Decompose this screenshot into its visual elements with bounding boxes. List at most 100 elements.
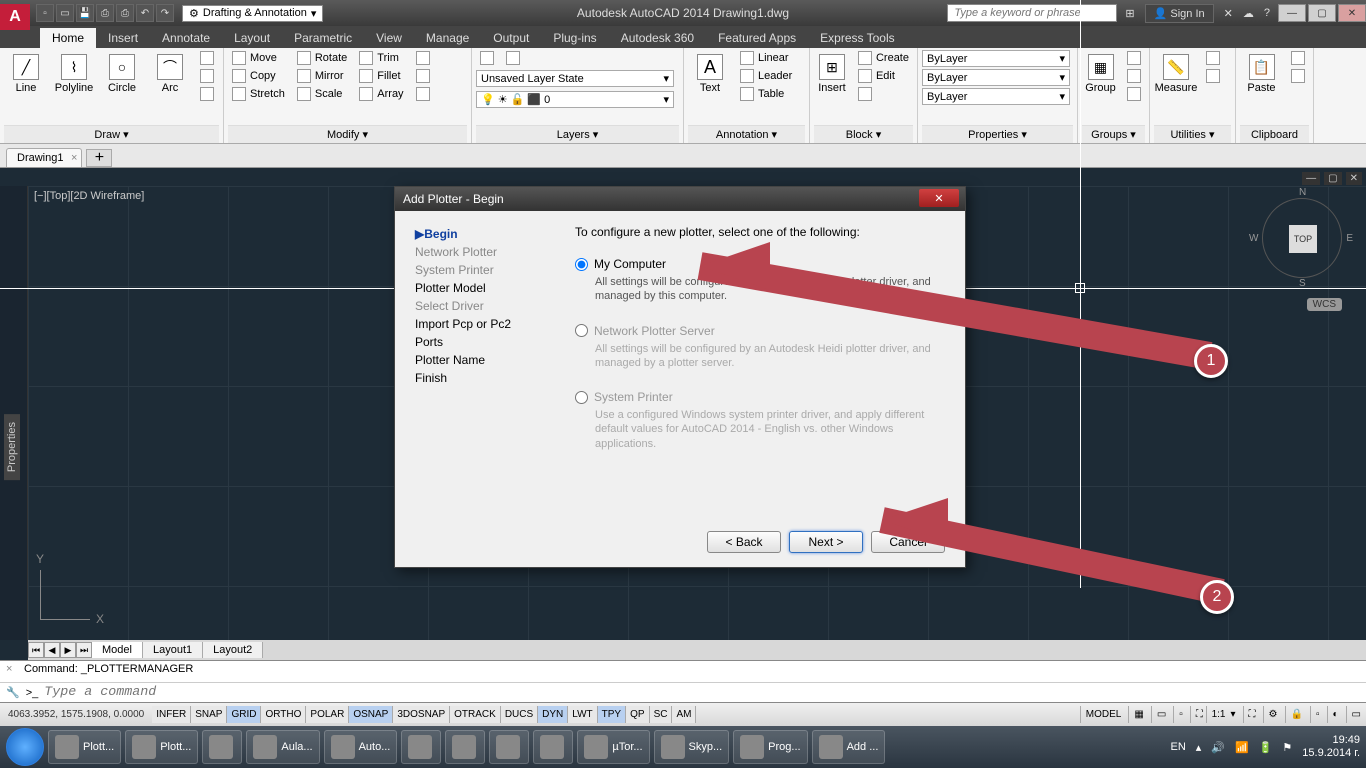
back-button[interactable]: < Back [707, 531, 781, 553]
paste-button[interactable]: 📋Paste [1240, 50, 1283, 98]
taskbar-item[interactable]: Skyp... [654, 730, 730, 764]
toggle-ducs[interactable]: DUCS [501, 706, 538, 723]
tab-insert[interactable]: Insert [96, 28, 150, 48]
minimize-button[interactable]: — [1278, 4, 1306, 22]
command-input[interactable] [44, 685, 1360, 700]
mirror-button[interactable]: Mirror [293, 68, 351, 84]
vp-restore-icon[interactable]: ▢ [1324, 172, 1341, 185]
circle-button[interactable]: ○Circle [100, 50, 144, 98]
vp-minimize-icon[interactable]: — [1302, 172, 1320, 185]
close-button[interactable]: ✕ [1338, 4, 1366, 22]
layout-last-icon[interactable]: ⏭ [76, 642, 92, 658]
panel-utilities-title[interactable]: Utilities ▾ [1154, 125, 1231, 143]
qat-plot-icon[interactable]: ⎙ [116, 4, 134, 22]
tab-drawing1[interactable]: Drawing1× [6, 148, 82, 167]
explode-button[interactable] [412, 68, 434, 84]
ellipse-button[interactable] [196, 68, 218, 84]
dialog-close-button[interactable]: ✕ [919, 189, 959, 207]
toggle-polar[interactable]: POLAR [306, 706, 349, 723]
coordinates[interactable]: 4063.3952, 1575.1908, 0.0000 [0, 709, 152, 720]
panel-layers-title[interactable]: Layers ▾ [476, 125, 679, 143]
workspace-icon[interactable]: ⚙ [1263, 706, 1283, 723]
radio-network-server[interactable] [575, 324, 588, 337]
qat-redo-icon[interactable]: ↷ [156, 4, 174, 22]
stay-connected-icon[interactable]: ☁ [1243, 7, 1254, 20]
toggle-osnap[interactable]: OSNAP [349, 706, 393, 723]
toggle-qp[interactable]: QP [626, 706, 649, 723]
panel-block-title[interactable]: Block ▾ [814, 125, 913, 143]
language-indicator[interactable]: EN [1170, 741, 1185, 753]
vp-close-icon[interactable]: ✕ [1346, 172, 1362, 185]
taskbar-item[interactable]: Plott... [48, 730, 121, 764]
app-logo[interactable]: A [0, 4, 30, 30]
taskbar-item[interactable] [401, 730, 441, 764]
table-button[interactable]: Table [736, 86, 796, 102]
radio-system-printer[interactable] [575, 391, 588, 404]
block-attr-button[interactable] [854, 86, 913, 102]
clean-screen-icon[interactable]: ▭ [1346, 706, 1366, 723]
layer-combo[interactable]: 💡 ☀ 🔓 ⬛ 0▾ [476, 91, 674, 108]
system-clock[interactable]: 19:4915.9.2014 г. [1302, 734, 1360, 760]
scale-button[interactable]: Scale [293, 86, 351, 102]
rect-button[interactable] [196, 50, 218, 66]
tab-express[interactable]: Express Tools [808, 28, 906, 48]
taskbar-item[interactable]: Auto... [324, 730, 398, 764]
tab-home[interactable]: Home [40, 28, 96, 48]
panel-draw-title[interactable]: Draw ▾ [4, 125, 219, 143]
grid-display-icon[interactable]: ▦ [1128, 706, 1148, 723]
viewcube-top[interactable]: TOP [1289, 225, 1317, 253]
layout-prev-icon[interactable]: ◀ [44, 642, 60, 658]
array-button[interactable]: Array [355, 86, 407, 102]
toggle-ortho[interactable]: ORTHO [261, 706, 306, 723]
wcs-indicator[interactable]: WCS [1307, 298, 1342, 311]
create-block-button[interactable]: Create [854, 50, 913, 66]
cancel-button[interactable]: Cancel [871, 531, 945, 553]
move-button[interactable]: Move [228, 50, 289, 66]
toggle-lwt[interactable]: LWT [568, 706, 597, 723]
tab-parametric[interactable]: Parametric [282, 28, 364, 48]
taskbar-item[interactable] [489, 730, 529, 764]
stretch-button[interactable]: Stretch [228, 86, 289, 102]
edit-block-button[interactable]: Edit [854, 68, 913, 84]
tab-a360[interactable]: Autodesk 360 [609, 28, 706, 48]
option-system-printer[interactable]: System Printer [575, 390, 945, 404]
status-icon[interactable]: ▭ [1151, 706, 1171, 723]
panel-properties-title[interactable]: Properties ▾ [922, 125, 1073, 143]
volume-icon[interactable]: 🔊 [1211, 741, 1225, 754]
isolate-icon[interactable]: ◐ [1327, 706, 1344, 723]
toggle-snap[interactable]: SNAP [191, 706, 227, 723]
network-icon[interactable]: 📶 [1235, 741, 1249, 754]
panel-groups-title[interactable]: Groups ▾ [1082, 125, 1145, 143]
layout-model-tab[interactable]: Model [92, 642, 143, 658]
properties-palette-tab[interactable]: Properties [4, 414, 20, 480]
model-space-toggle[interactable]: MODEL [1080, 706, 1127, 723]
new-tab-button[interactable]: + [86, 149, 112, 167]
layout-2-tab[interactable]: Layout2 [203, 642, 263, 658]
option-network-server[interactable]: Network Plotter Server [575, 324, 945, 338]
status-icon[interactable]: ▫ [1173, 706, 1188, 723]
trim-button[interactable]: Trim [355, 50, 407, 66]
copy-button[interactable]: Copy [228, 68, 289, 84]
toggle-grid[interactable]: GRID [227, 706, 261, 723]
linetype-combo[interactable]: ByLayer▾ [922, 69, 1070, 86]
arc-button[interactable]: ⌒Arc [148, 50, 192, 98]
measure-button[interactable]: 📏Measure [1154, 50, 1198, 98]
taskbar-item[interactable]: Aula... [246, 730, 319, 764]
tab-output[interactable]: Output [481, 28, 541, 48]
toggle-otrack[interactable]: OTRACK [450, 706, 501, 723]
tab-close-icon[interactable]: × [71, 152, 77, 164]
sign-in-button[interactable]: 👤 Sign In [1145, 4, 1214, 23]
text-button[interactable]: AText [688, 50, 732, 98]
layout-first-icon[interactable]: ⏮ [28, 642, 44, 658]
workspace-switcher[interactable]: ⚙ Drafting & Annotation ▾ [182, 5, 323, 22]
help-icon[interactable]: ? [1264, 7, 1270, 19]
lineweight-combo[interactable]: ByLayer▾ [922, 88, 1070, 105]
linear-dim-button[interactable]: Linear [736, 50, 796, 66]
qat-saveas-icon[interactable]: ⎙ [96, 4, 114, 22]
tab-plugins[interactable]: Plug-ins [541, 28, 608, 48]
hatch-button[interactable] [196, 86, 218, 102]
layer-props-button[interactable] [476, 50, 498, 66]
annotation-scale[interactable]: ⛶ 1:1▾ [1190, 706, 1241, 723]
taskbar-item[interactable] [533, 730, 573, 764]
erase-button[interactable] [412, 50, 434, 66]
